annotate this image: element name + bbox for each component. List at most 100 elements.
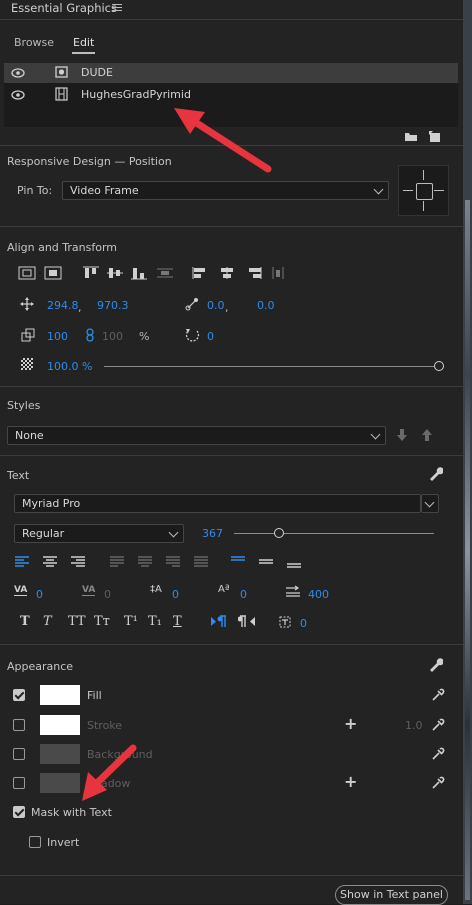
eyedropper-icon[interactable] — [431, 747, 445, 761]
align-top-icon[interactable] — [82, 266, 100, 280]
font-size-slider-knob[interactable] — [274, 528, 284, 538]
align-text-center-icon[interactable] — [42, 556, 58, 568]
faux-italic-button[interactable]: T — [43, 614, 52, 629]
styles-dropdown[interactable]: None — [7, 426, 386, 445]
background-color-swatch[interactable] — [40, 744, 80, 764]
invert-label: Invert — [47, 836, 80, 849]
layer-row-dude[interactable]: DUDE — [4, 63, 458, 83]
justify-all-icon[interactable] — [193, 556, 209, 568]
new-group-icon[interactable] — [404, 130, 418, 142]
font-family-menu[interactable] — [421, 494, 439, 513]
opacity-slider-track[interactable] — [104, 366, 434, 367]
subscript-button[interactable]: T₁ — [148, 614, 162, 629]
appearance-heading: Appearance — [7, 660, 74, 673]
stroke-color-swatch[interactable] — [40, 715, 80, 735]
push-down-icon[interactable] — [396, 428, 408, 442]
mask-with-text-checkbox[interactable] — [13, 806, 25, 818]
styles-value: None — [15, 429, 44, 442]
scale-locked-value: 100 — [102, 330, 123, 343]
align-to-frame-icon[interactable] — [44, 266, 62, 280]
add-stroke-icon[interactable]: + — [344, 716, 357, 732]
align-horizontal-center-icon[interactable] — [218, 266, 236, 280]
tab-browse[interactable]: Browse — [14, 36, 54, 49]
align-text-right-icon[interactable] — [70, 556, 86, 568]
align-text-left-icon[interactable] — [14, 556, 30, 568]
align-vertical-center-icon[interactable] — [106, 266, 124, 280]
eye-icon[interactable] — [11, 68, 25, 78]
align-text-top-icon[interactable] — [230, 556, 246, 568]
rtl-text-icon[interactable] — [238, 615, 256, 628]
distribute-horizontal-icon[interactable] — [270, 266, 288, 280]
eyedropper-icon[interactable] — [431, 718, 445, 732]
pin-position-widget[interactable] — [398, 165, 449, 216]
position-x-value[interactable]: 294.8 — [47, 299, 79, 312]
scale-value[interactable]: 100 — [47, 330, 68, 343]
align-left-icon[interactable] — [192, 266, 210, 280]
align-text-bottom-icon[interactable] — [286, 556, 302, 568]
hamburger-icon[interactable] — [112, 4, 122, 11]
tsume-value[interactable]: 0 — [300, 617, 307, 630]
justify-left-icon[interactable] — [109, 556, 125, 568]
eyedropper-icon[interactable] — [431, 776, 445, 790]
align-right-icon[interactable] — [244, 266, 262, 280]
all-caps-button[interactable]: TT — [68, 614, 86, 629]
layer-name: HughesGradPyrimid — [81, 88, 191, 101]
new-layer-icon[interactable] — [428, 130, 441, 143]
push-up-icon[interactable] — [421, 428, 433, 442]
opacity-slider-knob[interactable] — [434, 361, 444, 371]
ltr-text-icon[interactable] — [210, 615, 228, 628]
fill-color-swatch[interactable] — [40, 685, 80, 705]
shadow-color-swatch[interactable] — [40, 773, 80, 793]
show-in-text-panel-button[interactable]: Show in Text panel — [335, 885, 448, 905]
add-shadow-icon[interactable]: + — [344, 774, 357, 790]
rotation-value[interactable]: 0 — [207, 330, 214, 343]
align-heading: Align and Transform — [7, 241, 117, 254]
leading-value[interactable]: 0 — [172, 588, 179, 601]
panel-title: Essential Graphics — [11, 1, 117, 15]
eyedropper-icon[interactable] — [431, 688, 445, 702]
distribute-vertical-icon[interactable] — [156, 266, 174, 280]
eye-icon[interactable] — [11, 90, 25, 100]
pin-to-dropdown[interactable]: Video Frame — [62, 181, 389, 200]
tab-edit-underline — [72, 52, 95, 54]
shadow-checkbox[interactable] — [13, 777, 25, 789]
anchor-x-value[interactable]: 0.0 — [207, 299, 225, 312]
justify-right-icon[interactable] — [165, 556, 181, 568]
shape-icon — [55, 66, 68, 78]
font-size-slider-track[interactable] — [234, 533, 434, 534]
kerning-value[interactable]: 0 — [36, 588, 43, 601]
justify-center-icon[interactable] — [137, 556, 153, 568]
stroke-checkbox[interactable] — [13, 719, 25, 731]
styles-heading: Styles — [7, 399, 41, 412]
align-text-middle-icon[interactable] — [258, 556, 274, 568]
leading-icon: ‡A — [150, 584, 162, 595]
film-icon — [55, 87, 68, 101]
align-to-selection-icon[interactable] — [18, 266, 36, 280]
tsume-icon — [279, 616, 291, 628]
invert-checkbox[interactable] — [29, 836, 41, 848]
underline-button[interactable]: T — [173, 614, 182, 629]
superscript-button[interactable]: T¹ — [124, 614, 138, 629]
font-style-dropdown[interactable]: Regular — [14, 524, 184, 543]
tab-edit[interactable]: Edit — [73, 36, 94, 49]
small-caps-button[interactable]: Tт — [94, 614, 110, 629]
chevron-down-icon — [168, 527, 179, 538]
font-family-dropdown[interactable]: Myriad Pro — [14, 494, 421, 513]
fill-checkbox[interactable] — [13, 689, 25, 701]
baseline-shift-value[interactable]: 0 — [240, 588, 247, 601]
font-size-value[interactable]: 367 — [202, 527, 223, 540]
align-bottom-icon[interactable] — [130, 266, 148, 280]
position-icon — [20, 297, 34, 311]
background-checkbox[interactable] — [13, 748, 25, 760]
layer-row-hughesgradpyrimid[interactable]: HughesGradPyrimid — [4, 85, 458, 105]
wrench-icon[interactable] — [428, 657, 443, 672]
wrench-icon[interactable] — [428, 466, 443, 481]
link-icon[interactable] — [86, 328, 95, 342]
anchor-separator: , — [225, 301, 229, 314]
opacity-value[interactable]: 100.0 % — [47, 360, 92, 373]
tracking-icon: VA — [82, 585, 96, 596]
position-y-value[interactable]: 970.3 — [97, 299, 129, 312]
tab-width-value[interactable]: 400 — [308, 588, 329, 601]
faux-bold-button[interactable]: T — [20, 614, 30, 629]
anchor-y-value[interactable]: 0.0 — [257, 299, 275, 312]
